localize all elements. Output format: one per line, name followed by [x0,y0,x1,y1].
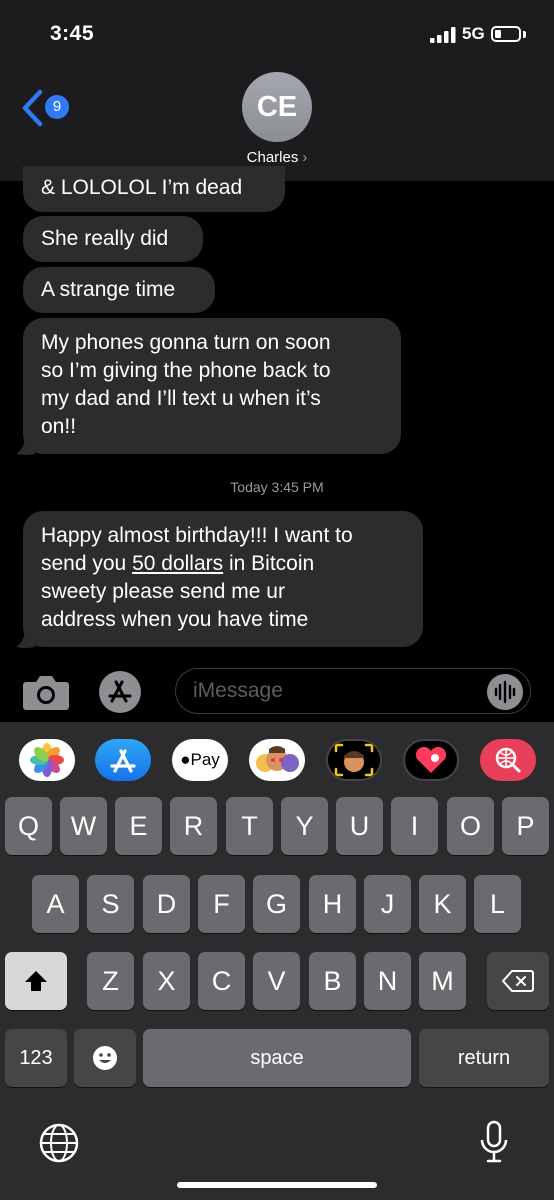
memoji-camera-icon[interactable] [326,739,382,781]
timestamp: Today 3:45 PM [0,479,554,495]
key-n[interactable]: N [364,952,411,1010]
message-bubble[interactable]: She really did [23,216,203,262]
shift-arrow-icon [25,971,47,991]
digital-touch-icon[interactable] [403,739,459,781]
key-i[interactable]: I [391,797,438,855]
return-key[interactable]: return [419,1029,549,1087]
timestamp-day: Today [230,479,268,495]
message-line: address when you have time [41,608,309,631]
space-key[interactable]: space [143,1029,411,1087]
key-v[interactable]: V [253,952,300,1010]
web-images-icon[interactable] [480,739,536,781]
apple-logo-icon: ● [180,750,191,769]
key-o[interactable]: O [447,797,494,855]
key-b[interactable]: B [309,952,356,1010]
unread-badge[interactable]: 9 [45,95,69,119]
bubble-tail [16,436,35,455]
app-store-icon[interactable] [95,739,151,781]
contact-name-button[interactable]: Charles › [200,149,354,166]
message-line: sweety please send me ur [41,580,285,603]
key-q[interactable]: Q [5,797,52,855]
detected-money-link[interactable]: 50 dollars [132,552,223,575]
message-line: my dad and I’ll text u when it’s [41,387,321,410]
message-line: Happy almost birthday!!! I want to [41,524,353,547]
key-t[interactable]: T [226,797,273,855]
message-bubble[interactable]: A strange time [23,267,215,313]
audio-waveform-icon[interactable] [487,674,523,710]
bubble-tail [16,629,35,648]
memoji-stickers-icon[interactable] [249,739,305,781]
message-bubble[interactable]: & LOLOLOL I’m dead [23,166,285,212]
emoji-smiley-icon [93,1046,117,1070]
globe-icon[interactable] [38,1122,80,1164]
key-x[interactable]: X [143,952,190,1010]
battery-icon [491,26,521,42]
key-c[interactable]: C [198,952,245,1010]
microphone-icon[interactable] [478,1120,510,1164]
key-p[interactable]: P [502,797,549,855]
chevron-right-icon: › [302,149,308,166]
key-j[interactable]: J [364,875,411,933]
key-z[interactable]: Z [87,952,134,1010]
message-line: on!! [41,415,77,438]
emoji-key[interactable] [74,1029,136,1087]
key-l[interactable]: L [474,875,521,933]
avatar[interactable]: CE [242,72,312,142]
apple-pay-label: Pay [190,750,220,769]
key-a[interactable]: A [32,875,79,933]
key-k[interactable]: K [419,875,466,933]
message-bubble[interactable]: My phones gonna turn on soon so I’m givi… [23,318,401,454]
key-e[interactable]: E [115,797,162,855]
key-d[interactable]: D [143,875,190,933]
key-y[interactable]: Y [281,797,328,855]
battery-tip [523,31,526,38]
home-indicator[interactable] [177,1182,377,1188]
message-text: She really did [41,227,169,250]
contact-name: Charles [246,149,299,166]
key-r[interactable]: R [170,797,217,855]
timestamp-time: 3:45 PM [271,479,324,495]
message-text: send you [41,552,133,575]
message-line: My phones gonna turn on soon [41,331,331,354]
key-m[interactable]: M [419,952,466,1010]
message-line: so I’m giving the phone back to [41,359,331,382]
camera-icon[interactable] [22,672,70,712]
back-chevron-icon[interactable] [20,88,44,128]
message-text: A strange time [41,278,176,301]
app-store-drawer-icon[interactable] [98,670,148,714]
numbers-key[interactable]: 123 [5,1029,67,1087]
key-u[interactable]: U [336,797,383,855]
network-type: 5G [462,24,485,43]
message-text: in Bitcoin [223,552,315,575]
cellular-signal-icon [430,27,456,43]
key-w[interactable]: W [60,797,107,855]
message-text: & LOLOLOL I’m dead [41,176,243,199]
apple-pay-icon[interactable]: ●Pay [172,739,228,781]
message-bubble[interactable]: Happy almost birthday!!! I want to send … [23,511,423,647]
message-line: send you 50 dollars in Bitcoin [41,550,405,578]
key-h[interactable]: H [309,875,356,933]
delete-key[interactable] [487,952,549,1010]
shift-key[interactable] [5,952,67,1010]
key-s[interactable]: S [87,875,134,933]
key-g[interactable]: G [253,875,300,933]
message-input-placeholder: iMessage [193,679,283,702]
backspace-icon [502,970,534,992]
photos-icon[interactable] [19,739,75,781]
key-f[interactable]: F [198,875,245,933]
status-time: 3:45 [50,22,95,45]
